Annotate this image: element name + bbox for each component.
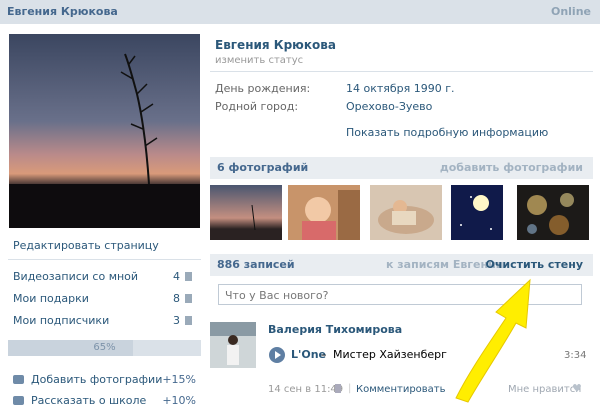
edit-page-link[interactable]: Редактировать страницу (13, 239, 159, 252)
gift-icon (185, 294, 192, 303)
change-status-link[interactable]: изменить статус (215, 55, 303, 66)
track-dash: – (321, 348, 327, 361)
videos-count: 4 (173, 270, 180, 283)
gifts-link[interactable]: Мои подарки (13, 292, 89, 305)
track-duration: 3:34 (564, 350, 587, 361)
videos-link[interactable]: Видеозаписи со мной (13, 270, 138, 283)
photo-thumb[interactable] (517, 185, 589, 240)
arrow-annotation-icon (455, 278, 531, 403)
progress-label: 65% (93, 342, 116, 353)
school-icon (13, 396, 24, 405)
photos-header: 6 фотографий добавить фотографии (210, 157, 593, 179)
followers-link[interactable]: Мои подписчики (13, 314, 109, 327)
profile-completion-bar: 65% (8, 340, 201, 356)
profile-photo-image (9, 34, 200, 228)
track-title: Мистер Хайзенберг (333, 348, 447, 361)
photo-thumb[interactable] (370, 185, 442, 240)
profile-name: Евгения Крюкова (215, 38, 336, 52)
profile-photo[interactable] (9, 34, 200, 228)
post-author-avatar[interactable] (210, 322, 256, 368)
comment-link[interactable]: Комментировать (356, 384, 446, 395)
add-photos-header-link[interactable]: добавить фотографии (440, 161, 583, 174)
hometown-value[interactable]: Орехово-Зуево (346, 100, 432, 113)
wall-count: 886 записей (217, 258, 295, 271)
wall-post-placeholder: Что у Вас нового? (225, 289, 329, 302)
add-photos-link[interactable]: Добавить фотографии (31, 373, 162, 386)
photo-thumb[interactable] (210, 185, 282, 240)
show-more-info-link[interactable]: Показать подробную информацию (346, 126, 548, 139)
birthday-label: День рождения: (215, 82, 311, 95)
birthday-value[interactable]: 14 октября 1990 г. (346, 82, 455, 95)
photo-thumb[interactable] (451, 185, 523, 240)
header-user-name[interactable]: Евгения Крюкова (7, 5, 118, 18)
photos-count[interactable]: 6 фотографий (217, 161, 308, 174)
divider (8, 259, 201, 260)
camera-icon (13, 375, 24, 384)
gifts-count: 8 (173, 292, 180, 305)
post-time[interactable]: 14 сен в 11:49 (268, 384, 343, 395)
post-author-name[interactable]: Валерия Тихомирова (268, 323, 402, 336)
followers-icon (185, 316, 192, 325)
tell-about-school-link[interactable]: Рассказать о школе (31, 394, 146, 407)
separator-bar: | (348, 383, 352, 394)
hometown-label: Родной город: (215, 100, 299, 113)
online-status: Online (550, 5, 591, 18)
video-icon (185, 272, 192, 281)
add-photos-bonus: +15% (162, 373, 196, 386)
photo-thumb[interactable] (288, 185, 360, 240)
divider (210, 71, 593, 72)
followers-count: 3 (173, 314, 180, 327)
heart-icon[interactable]: ♥ (572, 382, 582, 395)
play-icon[interactable] (269, 347, 285, 363)
school-bonus: +10% (162, 394, 196, 407)
mobile-icon (335, 384, 341, 393)
top-bar: Евгения Крюкова Online (0, 0, 600, 24)
